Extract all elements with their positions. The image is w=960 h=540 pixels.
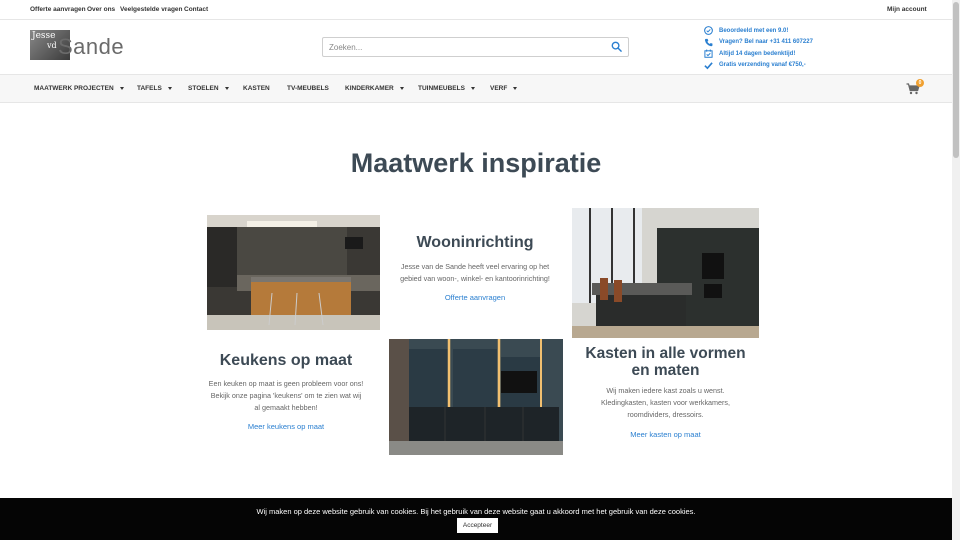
nav-item-tuinmeubels[interactable]: Tuinmeubels (418, 85, 475, 92)
usp-item: Gratis verzending vanaf €750,- (704, 60, 944, 72)
text-line: Kledingkasten, kasten voor werkkamers, (600, 398, 731, 407)
my-account-link[interactable]: Mijn account (887, 6, 927, 13)
nav-item-stoelen[interactable]: Stoelen (188, 85, 229, 92)
cookie-text: Wij maken op deze website gebruik van co… (256, 507, 696, 516)
page-title: Maatwerk inspiratie (350, 148, 602, 178)
topbar-link-over-ons[interactable]: Over ons (87, 6, 115, 13)
nav-item-verf[interactable]: Verf (490, 85, 518, 92)
site-logo[interactable]: Jesse vd Sande (30, 30, 124, 62)
scrollbar-thumb[interactable] (953, 2, 959, 158)
nav-label: Tuinmeubels (418, 85, 465, 92)
search-icon[interactable] (611, 41, 622, 52)
wooninrichting-title: Wooninrichting (416, 234, 534, 251)
caret-down-icon (224, 87, 229, 90)
caret-down-icon (399, 87, 404, 90)
wooninrichting-text: Jesse van de Sande heeft veel ervaring o… (385, 261, 565, 285)
text-line: al gemaakt hebben! (254, 403, 318, 412)
caret-down-icon (119, 87, 124, 90)
topbar-link-offerte[interactable]: Offerte aanvragen (30, 6, 86, 13)
main-navigation: Maatwerk projecten Tafels Stoelen Kasten… (0, 74, 952, 103)
nav-label: TV-meubels (287, 85, 329, 92)
logo-line1: Jesse (32, 31, 56, 41)
phone-icon (704, 38, 713, 46)
kasten-title: Kasten in alle vormen en maten (580, 345, 751, 379)
usp-text: Altijd 14 dagen bedenktijd! (719, 50, 796, 57)
text-line: Wij maken iedere kast zoals u wenst. (606, 386, 725, 395)
text-line: gebied van woon-, winkel- en kantoorinri… (400, 274, 550, 283)
nav-label: Verf (490, 85, 508, 92)
nav-item-maatwerk-projecten[interactable]: Maatwerk projecten (34, 85, 124, 92)
check-icon (704, 62, 713, 70)
title-line: Kasten in alle vormen (585, 345, 746, 362)
search-input[interactable] (329, 41, 599, 54)
usp-item: Beoordeeld met een 9.0! (704, 25, 944, 37)
usp-item: Altijd 14 dagen bedenktijd! (704, 48, 944, 60)
keukens-text: Een keuken op maat is geen probleem voor… (195, 378, 377, 414)
offerte-aanvragen-link[interactable]: Offerte aanvragen (390, 293, 560, 302)
nav-label: Stoelen (188, 85, 219, 92)
text-line: roomdividers, dressoirs. (627, 410, 704, 419)
topbar-link-faq[interactable]: Veelgestelde vragen (120, 6, 183, 13)
modern-kitchen-photo (572, 208, 759, 338)
tv-cabinet-photo (389, 339, 563, 455)
topbar-link-contact[interactable]: Contact (184, 6, 208, 13)
site-header: Jesse vd Sande Beoordeeld met een 9.0! V… (0, 20, 952, 74)
title-line: en maten (631, 362, 700, 380)
calendar-check-icon (704, 49, 713, 59)
meer-keukens-link[interactable]: Meer keukens op maat (200, 422, 372, 431)
meer-kasten-link[interactable]: Meer kasten op maat (580, 430, 751, 439)
cart-count-badge: 0 (916, 79, 924, 87)
nav-item-kinderkamer[interactable]: Kinderkamer (345, 85, 404, 92)
logo-line2: vd (47, 41, 57, 50)
accept-cookies-button[interactable]: Accepteer (457, 518, 498, 533)
logo-brand: Sande (58, 34, 125, 59)
keukens-title: Keukens op maat (219, 352, 353, 369)
nav-label: Kasten (243, 85, 270, 92)
text-line: Bekijk onze pagina 'keukens' om te zien … (210, 391, 362, 400)
text-line: Een keuken op maat is geen probleem voor… (208, 379, 364, 388)
usp-text: Beoordeeld met een 9.0! (719, 27, 789, 34)
nav-label: Kinderkamer (345, 85, 394, 92)
usp-item: Vragen? Bel naar +31 411 607227 (704, 37, 944, 49)
nav-item-kasten[interactable]: Kasten (243, 85, 270, 92)
caret-down-icon (167, 87, 172, 90)
caret-down-icon (470, 87, 475, 90)
kasten-text: Wij maken iedere kast zoals u wenst. Kle… (575, 385, 756, 421)
usp-text: Vragen? Bel naar +31 411 607227 (719, 39, 813, 46)
rating-icon (704, 26, 713, 36)
search-bar (322, 37, 629, 57)
nav-item-tafels[interactable]: Tafels (137, 85, 172, 92)
usp-text: Gratis verzending vanaf €750,- (719, 62, 806, 69)
top-utility-bar: Offerte aanvragen Over ons Veelgestelde … (0, 0, 952, 20)
caret-down-icon (513, 87, 518, 90)
nav-label: Tafels (137, 85, 162, 92)
nav-label: Maatwerk projecten (34, 85, 114, 92)
nav-item-tv-meubels[interactable]: TV-meubels (287, 85, 329, 92)
text-line: Jesse van de Sande heeft veel ervaring o… (400, 262, 550, 271)
usp-list: Beoordeeld met een 9.0! Vragen? Bel naar… (704, 25, 944, 71)
kitchen-photo (207, 215, 380, 330)
cookie-banner: Wij maken op deze website gebruik van co… (0, 498, 952, 540)
